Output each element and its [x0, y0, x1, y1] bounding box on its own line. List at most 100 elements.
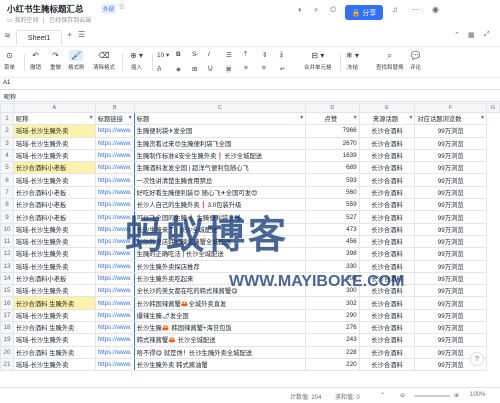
title-link-cell[interactable]: https://www.	[94, 173, 135, 187]
row-number[interactable]: 3	[0, 136, 14, 150]
title-link-cell[interactable]: https://www.	[94, 357, 135, 372]
likes-cell[interactable]: 7966	[305, 124, 360, 138]
row-number[interactable]: 21	[0, 357, 14, 372]
view-mode-icon[interactable]: ▦	[468, 31, 475, 39]
zoom-level[interactable]: 100%	[470, 392, 485, 398]
zoom-slider[interactable]	[414, 395, 450, 397]
topic-views-cell[interactable]: 99万浏览	[414, 234, 488, 249]
title-link-cell[interactable]: https://www.	[94, 222, 135, 236]
column-letter[interactable]: G	[486, 103, 500, 113]
add-sheet-icon[interactable]: +	[67, 30, 72, 40]
nickname-cell[interactable]: 瑶瑶-长沙生腌外卖	[12, 284, 96, 298]
title-link-cell[interactable]: https://www.	[94, 345, 135, 359]
tab-sheet1[interactable]: Sheet1	[16, 30, 62, 45]
row-number[interactable]: 5	[0, 161, 14, 175]
topic-views-cell[interactable]: 99万浏览	[414, 222, 488, 236]
sheet-list-icon[interactable]: ☰	[78, 30, 85, 39]
title-cell[interactable]: 长沙外卖店韩式辣酱腌蟹全城配送	[133, 234, 307, 249]
nickname-cell[interactable]: 长沙合酒料小老板	[12, 161, 96, 175]
filter-icon[interactable]: ▾	[481, 114, 484, 121]
likes-cell[interactable]: 689	[305, 161, 360, 175]
nickname-cell[interactable]: 瑶瑶-长沙生腌外卖	[12, 136, 96, 150]
document-title[interactable]: 小红书生腌标题汇总	[7, 3, 84, 15]
nickname-cell[interactable]: 瑶瑶-长沙生腌外卖	[12, 357, 96, 372]
align-left-icon[interactable]: ☰	[226, 51, 232, 59]
source-topic-cell[interactable]: 长沙合酒料	[358, 234, 416, 249]
title-cell[interactable]: 爆辣生腌🌶发全国	[133, 308, 307, 323]
undo-button[interactable]: ↶ 撤销	[30, 50, 41, 71]
topic-views-cell[interactable]: 99万浏览	[414, 185, 488, 200]
formula-bar[interactable]: A1	[0, 79, 500, 90]
merge-cells-button[interactable]: ⊟ ▾ 合并单元格	[304, 50, 332, 71]
filter-icon[interactable]: ▾	[354, 114, 357, 121]
row-number[interactable]: 8	[0, 198, 14, 212]
row-number[interactable]: 17	[0, 308, 14, 323]
title-cell[interactable]: 生腌便利袋✈发全国	[133, 124, 307, 138]
likes-cell[interactable]: 559	[305, 198, 360, 212]
nickname-cell[interactable]: 瑶瑶-长沙生腌外卖	[12, 173, 96, 187]
source-topic-cell[interactable]: 长沙合酒料	[358, 222, 416, 236]
column-letter[interactable]	[0, 103, 14, 113]
source-topic-cell[interactable]: 长沙合酒料	[358, 308, 416, 323]
valign-middle-icon[interactable]: ⇕	[262, 51, 267, 59]
header-cell[interactable]: 标题 ▾	[133, 111, 307, 126]
likes-cell[interactable]: 290	[305, 308, 360, 323]
topic-views-cell[interactable]: 99万浏览	[414, 210, 488, 224]
column-letter[interactable]: B	[94, 103, 135, 113]
likes-cell[interactable]: 300	[305, 284, 360, 298]
likes-cell[interactable]: 593	[305, 173, 360, 187]
header-cell[interactable]: 昵称 ▾	[12, 111, 96, 126]
formula-content-row[interactable]: 昵称	[0, 91, 500, 102]
source-topic-cell[interactable]: 长沙合酒料	[358, 259, 416, 273]
source-topic-cell[interactable]: 长沙合酒料	[358, 210, 416, 224]
expand-stats-icon[interactable]: ⌃	[380, 392, 385, 399]
topic-views-cell[interactable]: 99万浏览	[414, 148, 488, 163]
filter-icon[interactable]: ▾	[409, 114, 412, 121]
likes-cell[interactable]: 473	[305, 222, 360, 236]
source-topic-cell[interactable]: 长沙合酒料	[358, 198, 416, 212]
nickname-cell[interactable]: 瑶瑶-长沙生腌外卖	[12, 247, 96, 261]
column-letter[interactable]: C	[133, 103, 307, 113]
title-cell[interactable]: 长沙韩国辣酱蟹🦀全城外卖直发	[133, 296, 307, 310]
row-number[interactable]: 18	[0, 321, 14, 335]
title-cell[interactable]: 长沙生腌来了 | 长沙全城配送	[133, 222, 307, 236]
avatar-icon[interactable]: ◐	[298, 5, 303, 14]
clear-format-button[interactable]: ⌫ 清除格式	[93, 50, 115, 71]
nickname-cell[interactable]: 长沙合酒料小老板	[12, 198, 96, 212]
fill-color-icon[interactable]: ◈	[176, 65, 181, 73]
filter-icon[interactable]: ▾	[90, 114, 93, 121]
help-button[interactable]: ?	[470, 352, 484, 366]
title-cell[interactable]: 生腌货看过来😍生腌便利袋飞全国	[133, 136, 307, 150]
nickname-cell[interactable]: 长沙合酒料小老板	[12, 210, 96, 224]
likes-cell[interactable]: 302	[305, 296, 360, 310]
title-cell[interactable]: 哈不得😋 就是馋！长沙生腌外卖全城配送	[133, 345, 307, 359]
row-number[interactable]: 2	[0, 124, 14, 138]
topic-views-cell[interactable]: 99万浏览	[414, 333, 488, 347]
title-cell[interactable]: 生腌制作标准&安全生腌外卖❗长沙全城配送	[133, 148, 307, 163]
row-number[interactable]: 14	[0, 271, 14, 286]
title-cell[interactable]: 生腌的正确吃法 | 长沙全城配送	[133, 247, 307, 261]
title-link-cell[interactable]: https://www.	[94, 148, 135, 163]
topic-views-cell[interactable]: 99万浏览	[414, 124, 488, 138]
title-cell[interactable]: 可以飞全国的生腌❗ 生腌便利袋上线	[133, 210, 307, 224]
likes-cell[interactable]: 276	[305, 321, 360, 335]
format-painter-button[interactable]: 🖌 格式刷	[68, 50, 85, 71]
source-topic-cell[interactable]: 长沙合酒料	[358, 161, 416, 175]
title-link-cell[interactable]: https://www.	[94, 333, 135, 347]
source-topic-cell[interactable]: 长沙合酒料	[358, 284, 416, 298]
row-number[interactable]: 12	[0, 247, 14, 261]
source-topic-cell[interactable]: 长沙合酒料	[358, 321, 416, 335]
bold-icon[interactable]: B	[176, 51, 181, 58]
nickname-cell[interactable]: 长沙合酒料小老板	[12, 185, 96, 200]
sheet-table[interactable]: A B C D E F G 1 昵称 ▾ 标题链接 ▾ 标题 ▾ 点赞 ▾ 来源话题 ▾ 对应话题浏览数 ▾ 2 瑶瑶-长…	[0, 103, 500, 372]
likes-cell[interactable]: 309	[305, 271, 360, 286]
source-topic-cell[interactable]: 长沙合酒料	[358, 185, 416, 200]
nickname-cell[interactable]: 瑶瑶-长沙生腌外卖	[12, 124, 96, 138]
expand-icon[interactable]: ⌃	[454, 31, 460, 39]
nickname-cell[interactable]: 瑶瑶-长沙生腌外卖	[12, 148, 96, 163]
nickname-cell[interactable]: 长沙合酒料 生腌外卖	[12, 321, 96, 335]
source-topic-cell[interactable]: 长沙合酒料	[358, 271, 416, 286]
fullscreen-icon[interactable]: ⤢	[484, 31, 490, 39]
likes-cell[interactable]: 398	[305, 247, 360, 261]
title-link-cell[interactable]: https://www.	[94, 321, 135, 335]
